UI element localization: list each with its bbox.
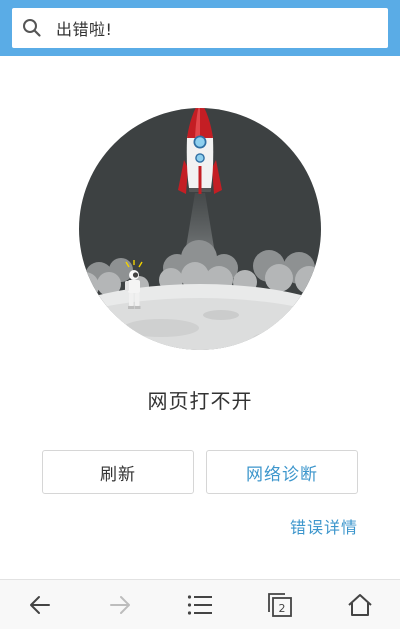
refresh-button[interactable]: 刷新 bbox=[42, 450, 194, 494]
tabs-icon: 2 bbox=[268, 592, 292, 617]
crater bbox=[203, 310, 239, 320]
crater bbox=[253, 332, 305, 344]
bottom-toolbar: 2 bbox=[0, 579, 400, 629]
search-box[interactable]: 出错啦! bbox=[12, 8, 388, 48]
forward-arrow-icon bbox=[110, 595, 130, 614]
search-icon bbox=[23, 19, 41, 37]
error-illustration bbox=[79, 108, 321, 350]
back-button[interactable] bbox=[0, 580, 80, 629]
error-message: 网页打不开 bbox=[147, 389, 253, 413]
tabs-button[interactable]: 2 bbox=[240, 580, 320, 629]
menu-icon bbox=[187, 594, 212, 615]
back-arrow-icon bbox=[30, 595, 50, 614]
error-details-link[interactable]: 错误详情 bbox=[290, 514, 358, 538]
home-button[interactable] bbox=[320, 580, 400, 629]
crater bbox=[123, 319, 199, 337]
network-diagnose-button[interactable]: 网络诊断 bbox=[206, 450, 358, 494]
forward-button[interactable] bbox=[80, 580, 160, 629]
home-icon bbox=[348, 593, 372, 616]
address-bar-area: 出错啦! bbox=[0, 0, 400, 56]
menu-button[interactable] bbox=[160, 580, 240, 629]
page-title: 出错啦! bbox=[56, 20, 113, 39]
tab-count: 2 bbox=[279, 602, 286, 615]
